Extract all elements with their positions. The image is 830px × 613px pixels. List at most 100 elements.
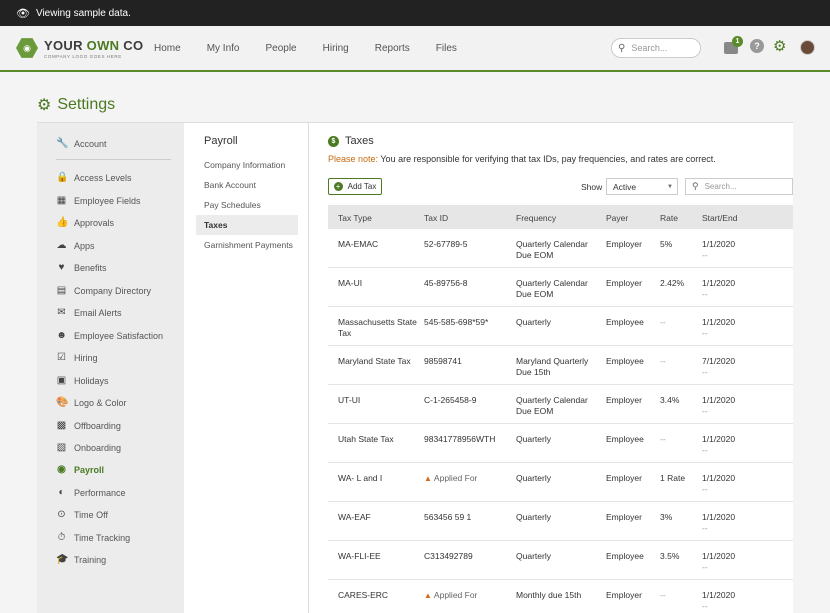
rate-cell: -- [660,356,666,366]
table-row[interactable]: UT-UI C-1-265458-9 Quarterly Calendar Due … [328,385,793,424]
sidebar-item-label: Holidays [74,375,109,386]
payer-cell: Employer [606,239,642,249]
sidebar-item-payroll[interactable]: ◉ Payroll [56,464,104,475]
add-tax-label: Add Tax [347,182,377,191]
sidebar-item-apps[interactable]: ☁ Apps [56,240,95,251]
payer-cell: Employer [606,512,642,522]
sidebar-item-onboarding[interactable]: ▧ Onboarding [56,442,121,453]
sidebar-item-label: Hiring [74,352,98,363]
nav-hiring[interactable]: Hiring [323,43,349,54]
subnav-pay-schedules[interactable]: Pay Schedules [196,195,298,215]
tax-type-cell: Maryland State Tax [338,356,411,366]
top-header: ◉ YOUR OWN CO COMPANY LOGO GOES HERE Hom… [0,26,830,72]
address-book-icon: ▤ [56,285,67,296]
start-date: 1/1/2020 [702,395,736,405]
sidebar-item-logo-color[interactable]: 🎨 Logo & Color [56,397,127,408]
frequency-cell: Quarterly [516,512,551,522]
subnav-company-information[interactable]: Company Information [196,155,298,175]
table-body: MA-EMAC 52-67789-5 Quarterly Calendar Due … [328,229,793,613]
sidebar-item-employee-satisfaction[interactable]: ☻ Employee Satisfaction [56,330,163,341]
rate-cell: 2.42% [660,278,685,288]
help-icon[interactable]: ? [750,39,764,53]
user-avatar[interactable] [800,40,815,55]
end-date: -- [702,250,708,260]
stopwatch-icon: ⏱ [57,532,66,543]
column-header-tax-id[interactable]: Tax ID [424,213,512,223]
subnav-bank-account[interactable]: Bank Account [196,175,298,195]
sidebar-item-label: Training [74,554,107,565]
global-search-input[interactable]: ⚲ Search... [611,38,701,58]
end-date: -- [702,289,708,299]
table-row[interactable]: WA- L and I ▲ Applied For Quarterly Employer… [328,463,793,502]
column-header-frequency[interactable]: Frequency [516,213,602,223]
add-tax-button[interactable]: + Add Tax [328,178,382,195]
end-date: -- [702,367,708,377]
sidebar-item-employee-fields[interactable]: ▦ Employee Fields [56,195,141,206]
nav-people[interactable]: People [265,43,296,54]
table-row[interactable]: WA-EAF 563456 59 1 Quarterly Employer 3% 1/1/… [328,502,793,541]
payer-cell: Employee [606,317,644,327]
heart-icon: ♥ [58,262,65,273]
sidebar-item-label: Employee Satisfaction [74,330,164,341]
table-row[interactable]: MA-UI 45-89756-8 Quarterly Calendar Due EO… [328,268,793,307]
settings-sidebar: 🔧 Account 🔒 Access Levels ▦ Employee Field… [37,123,184,613]
id-badge-icon: ▧ [56,442,67,453]
sidebar-item-account[interactable]: 🔧 Account [56,138,107,149]
nav-reports[interactable]: Reports [375,43,410,54]
end-date: -- [702,484,708,494]
settings-gear-icon[interactable]: ⚙ [773,37,786,55]
frequency-cell: Monthly due 15th [516,590,582,600]
start-date: 1/1/2020 [702,551,736,561]
sidebar-item-company-directory[interactable]: ▤ Company Directory [56,285,151,296]
sidebar-item-benefits[interactable]: ♥ Benefits [56,262,107,273]
sidebar-item-approvals[interactable]: 👍 Approvals [56,217,114,228]
column-header-tax-type[interactable]: Tax Type [338,213,418,223]
sidebar-item-access-levels[interactable]: 🔒 Access Levels [56,172,132,183]
sidebar-item-hiring[interactable]: ☑ Hiring [56,352,98,363]
company-logo[interactable]: ◉ YOUR OWN CO COMPANY LOGO GOES HERE [16,37,154,59]
clipboard-icon: ☑ [57,352,66,363]
tax-id-cell: C313492789 [424,551,473,561]
nav-home[interactable]: Home [154,43,181,54]
nav-files[interactable]: Files [436,43,457,54]
table-row[interactable]: Utah State Tax 98341778956WTH Quarterly Emp… [328,424,793,463]
caret-down-icon: ▼ [667,183,673,190]
sidebar-item-label: Onboarding [74,442,122,453]
dollar-icon: ◉ [57,464,66,475]
sidebar-item-label: Logo & Color [74,397,127,408]
tax-search-input[interactable]: ⚲ Search... [685,178,793,195]
global-search-placeholder: Search... [631,43,668,53]
tax-search-placeholder: Search... [704,182,737,191]
show-filter-select[interactable]: Active ▼ [606,178,678,195]
column-header-payer[interactable]: Payer [606,213,656,223]
start-end-cell: 1/1/2020 -- [702,317,782,339]
note-text: You are responsible for verifying that t… [378,154,716,164]
table-row[interactable]: WA-FLI-EE C313492789 Quarterly Employee 3.5%… [328,541,793,580]
table-row[interactable]: CARES-ERC ▲ Applied For Monthly due 15th Emp… [328,580,793,613]
logo-text-c: CO [119,37,144,53]
sidebar-item-offboarding[interactable]: ▩ Offboarding [56,420,121,431]
sidebar-item-holidays[interactable]: ▣ Holidays [56,375,109,386]
sidebar-item-time-off[interactable]: ⊙ Time Off [56,509,108,520]
subnav-garnishment-payments[interactable]: Garnishment Payments [196,235,298,255]
frequency-cell: Maryland Quarterly Due 15th [516,356,589,377]
subnav-taxes[interactable]: Taxes [196,215,298,235]
dollar-icon: $ [328,135,339,147]
sidebar-item-time-tracking[interactable]: ⏱ Time Tracking [56,532,131,543]
banner-text: Viewing sample data. [35,7,131,19]
sidebar-item-email-alerts[interactable]: ✉ Email Alerts [56,307,121,318]
tax-type-cell: WA-EAF [338,512,371,522]
column-header-rate[interactable]: Rate [660,213,698,223]
tax-type-cell: Massachusetts State Tax [338,317,417,338]
calendar-icon: ▣ [56,375,67,386]
table-row[interactable]: MA-EMAC 52-67789-5 Quarterly Calendar Due … [328,229,793,268]
nav-my-info[interactable]: My Info [207,43,240,54]
table-row[interactable]: Massachusetts State Tax 545-585-698*59* Qu… [328,307,793,346]
sidebar-item-training[interactable]: 🎓 Training [56,554,106,565]
rate-cell: 3.5% [660,551,680,561]
sidebar-item-performance[interactable]: ◐ Performance [56,487,125,498]
table-row[interactable]: Maryland State Tax 98598741 Maryland Quart… [328,346,793,385]
column-header-start-end[interactable]: Start/End [702,213,782,223]
payer-cell: Employee [606,434,644,444]
frequency-cell: Quarterly [516,317,551,327]
